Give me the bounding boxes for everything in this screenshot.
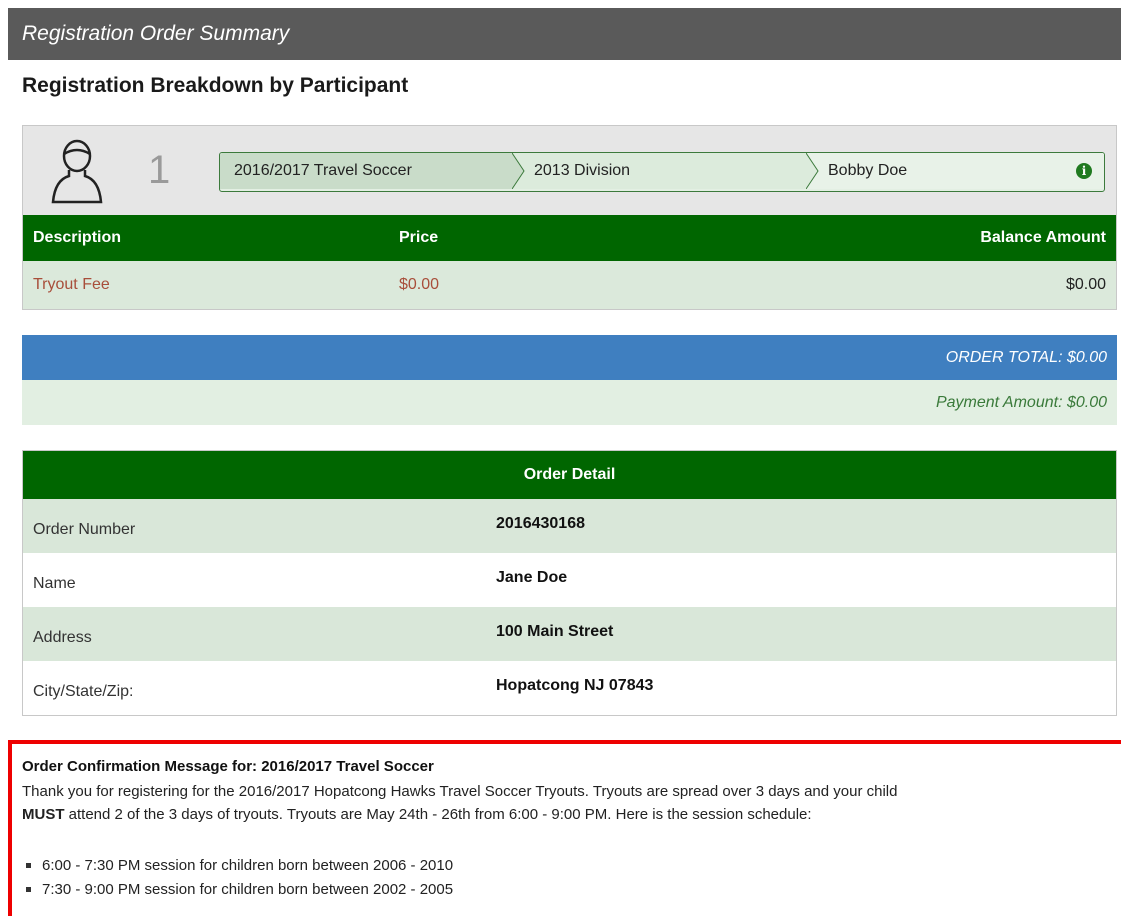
confirmation-body: Thank you for registering for the 2016/2… [22,780,1102,826]
info-icon[interactable]: i [1076,163,1092,179]
table-row: Tryout Fee $0.00 $0.00 [23,261,1116,309]
order-number-label: Order Number [33,521,136,538]
section-title: Registration Order Summary [22,22,290,45]
fee-price: $0.00 [399,276,440,293]
participant-breadcrumb: 2016/2017 Travel Soccer 2013 Division Bo… [219,152,1105,192]
table-row: Name Jane Doe [23,553,1116,607]
crumb-separator-icon [512,153,525,189]
crumb-division: 2013 Division [512,153,806,189]
column-header-description: Description [33,229,122,246]
column-header-balance: Balance Amount [980,229,1106,246]
session-schedule-list: 6:00 - 7:30 PM session for children born… [22,854,453,902]
column-header-price: Price [399,229,439,246]
confirmation-line-1: Thank you for registering for the 2016/2… [22,783,898,800]
participant-card: 1 2016/2017 Travel Soccer 2013 Division … [22,125,1117,310]
confirmation-line-2: attend 2 of the 3 days of tryouts. Tryou… [64,806,812,823]
confirmation-message: Order Confirmation Message for: 2016/201… [8,740,1121,916]
address-value: 100 Main Street [496,623,614,640]
order-total: ORDER TOTAL: $0.00 [22,335,1117,380]
crumb-separator-icon [806,153,819,189]
confirmation-title: Order Confirmation Message for: 2016/201… [22,758,434,775]
table-row: City/State/Zip: Hopatcong NJ 07843 [23,661,1116,715]
list-item: 7:30 - 9:00 PM session for children born… [22,878,453,902]
fee-balance: $0.00 [1065,276,1106,293]
name-label: Name [33,575,76,592]
table-row: Order Number 2016430168 [23,499,1116,553]
confirmation-must: MUST [22,806,65,823]
table-row: Address 100 Main Street [23,607,1116,661]
participant-number: 1 [148,148,171,192]
order-number-value: 2016430168 [496,515,585,532]
list-item: 6:00 - 7:30 PM session for children born… [22,854,453,878]
order-detail-header: Order Detail [23,451,1116,499]
user-avatar-icon [51,139,103,204]
participant-summary: 1 2016/2017 Travel Soccer 2013 Division … [23,126,1116,215]
fee-description: Tryout Fee [33,276,110,293]
crumb-participant: Bobby Doe [806,153,1104,189]
payment-amount: Payment Amount: $0.00 [22,380,1117,425]
breakdown-title: Registration Breakdown by Participant [22,74,409,97]
address-label: Address [33,629,92,646]
section-header: Registration Order Summary [8,8,1121,60]
fee-table-header: Description Price Balance Amount [23,215,1116,261]
city-state-zip-value: Hopatcong NJ 07843 [496,677,654,694]
city-state-zip-label: City/State/Zip: [33,683,134,700]
order-detail-table: Order Detail Order Number 2016430168 Nam… [22,450,1117,716]
crumb-program: 2016/2017 Travel Soccer [220,153,512,189]
name-value: Jane Doe [496,569,568,586]
